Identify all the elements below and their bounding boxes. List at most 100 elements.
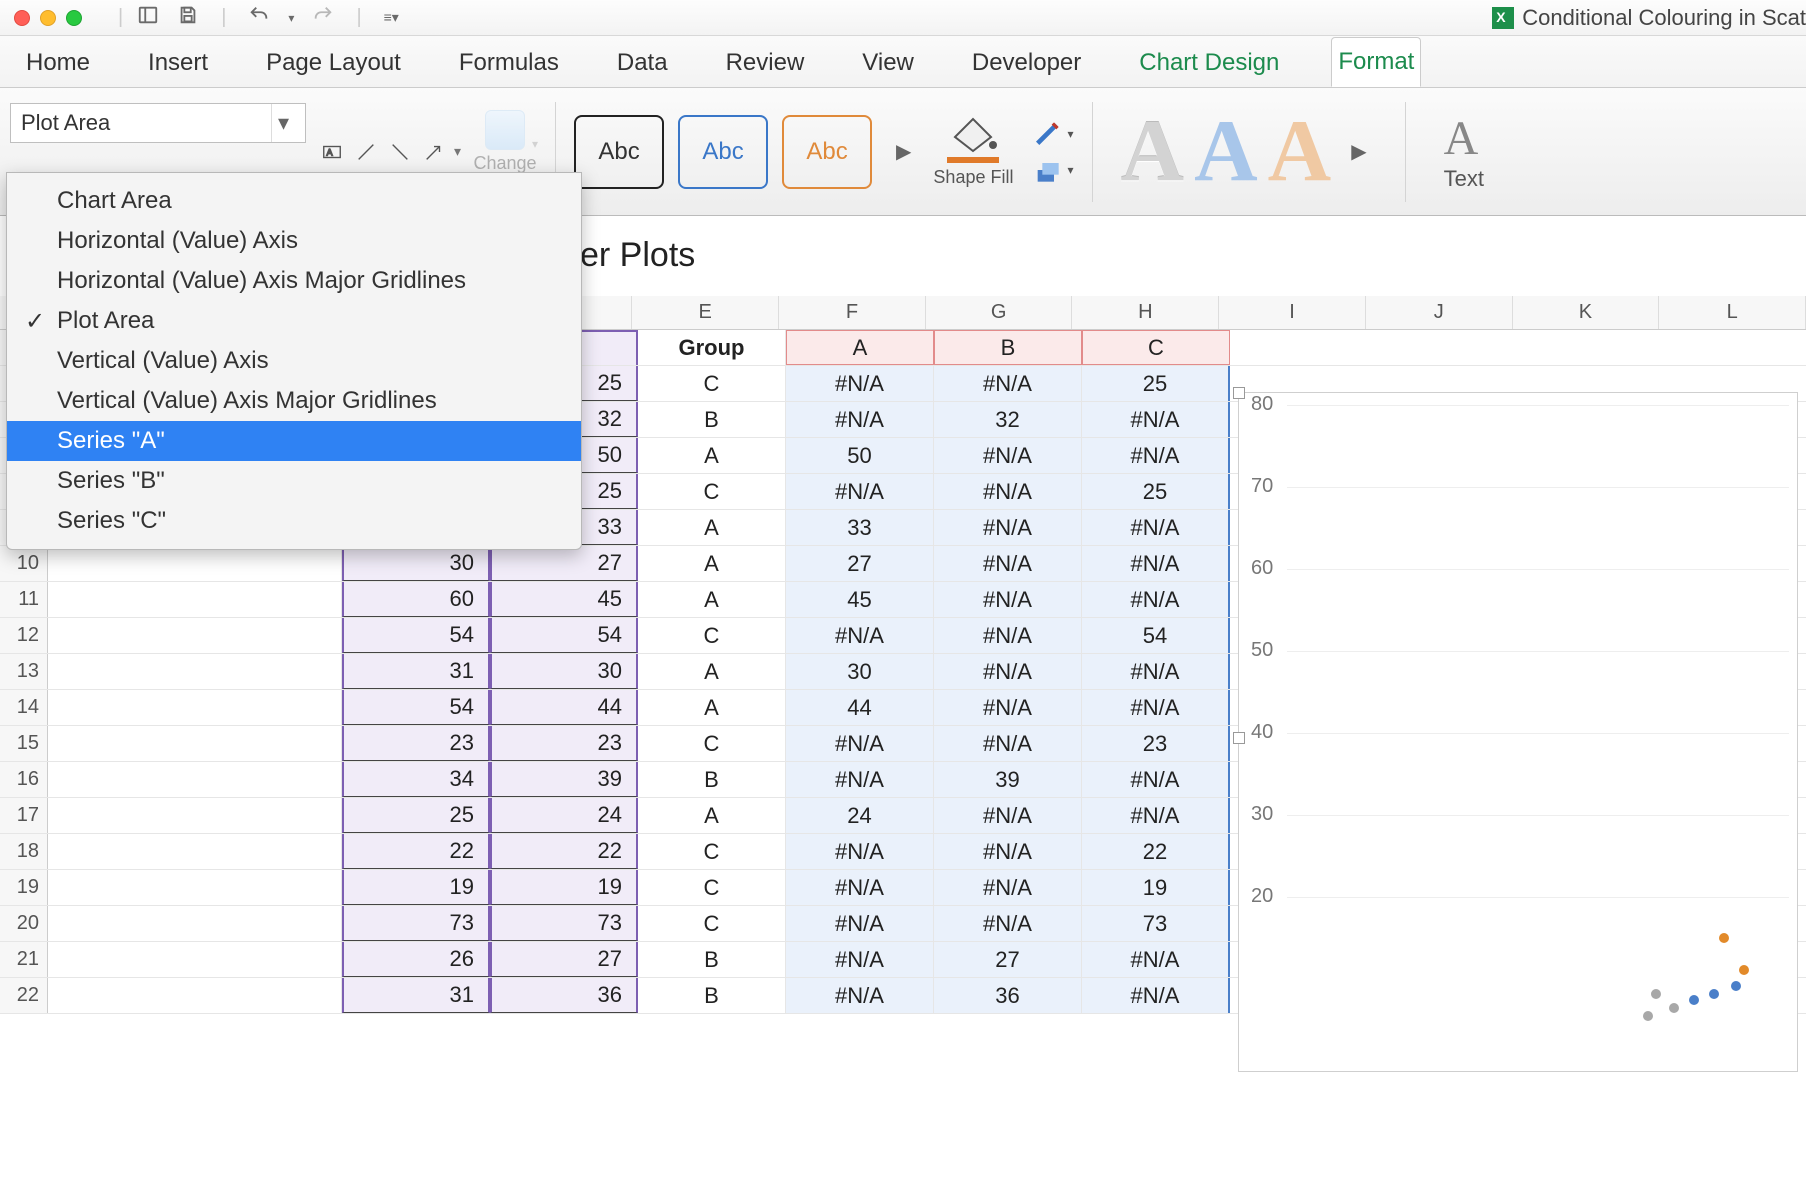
cell-a[interactable]: #N/A	[786, 618, 934, 653]
cell[interactable]	[48, 978, 342, 1013]
dropdown-item[interactable]: Chart Area	[7, 181, 581, 221]
cell-a[interactable]: #N/A	[786, 366, 934, 401]
cell[interactable]	[48, 834, 342, 869]
dropdown-item[interactable]: Plot Area	[7, 301, 581, 341]
cell-b[interactable]: #N/A	[934, 834, 1082, 869]
text-fill-icon[interactable]: A	[1444, 112, 1479, 165]
dropdown-item[interactable]: Horizontal (Value) Axis	[7, 221, 581, 261]
cell-a[interactable]: #N/A	[786, 762, 934, 797]
cell-c[interactable]: 73	[1082, 906, 1230, 941]
arrow-shape-icon[interactable]	[420, 138, 448, 166]
cell-c[interactable]: 23	[1082, 726, 1230, 761]
row-header[interactable]: 20	[0, 906, 48, 941]
cell-c[interactable]: #N/A	[1082, 510, 1230, 545]
cell-group[interactable]: A	[638, 582, 786, 617]
cell-b[interactable]: #N/A	[934, 474, 1082, 509]
cell-b[interactable]: #N/A	[934, 870, 1082, 905]
cell-c[interactable]: 19	[1082, 870, 1230, 905]
cell-group[interactable]: B	[638, 978, 786, 1013]
cell-group[interactable]: C	[638, 618, 786, 653]
cell-y[interactable]: 30	[490, 654, 638, 689]
chart-data-point[interactable]	[1709, 989, 1719, 999]
cell-y[interactable]: 54	[490, 618, 638, 653]
dropdown-item[interactable]: Series "B"	[7, 461, 581, 501]
cell-y[interactable]: 36	[490, 978, 638, 1013]
dropdown-item[interactable]: Series "C"	[7, 501, 581, 541]
cell-c[interactable]: #N/A	[1082, 942, 1230, 977]
maximize-window-button[interactable]	[66, 10, 82, 26]
cell-y[interactable]: 27	[490, 942, 638, 977]
row-header[interactable]: 18	[0, 834, 48, 869]
column-header-k[interactable]: K	[1513, 296, 1660, 329]
cell-c[interactable]: 25	[1082, 474, 1230, 509]
cell-a[interactable]: #N/A	[786, 870, 934, 905]
scatter-chart[interactable]: 20304050607080	[1238, 392, 1798, 1072]
cell[interactable]	[48, 726, 342, 761]
cell-c[interactable]: 54	[1082, 618, 1230, 653]
cell-b[interactable]: #N/A	[934, 690, 1082, 725]
cell-y[interactable]: 23	[490, 726, 638, 761]
cell-group[interactable]: A	[638, 546, 786, 581]
cell-group[interactable]: A	[638, 798, 786, 833]
dropdown-item[interactable]: Horizontal (Value) Axis Major Gridlines	[7, 261, 581, 301]
chart-data-point[interactable]	[1669, 1003, 1679, 1013]
chart-data-point[interactable]	[1731, 981, 1741, 991]
cell-x[interactable]: 23	[342, 726, 490, 761]
cell-c[interactable]: #N/A	[1082, 582, 1230, 617]
cell-c[interactable]: #N/A	[1082, 438, 1230, 473]
cell-x[interactable]: 31	[342, 654, 490, 689]
cell-c[interactable]: #N/A	[1082, 654, 1230, 689]
cell-b[interactable]: 27	[934, 942, 1082, 977]
cell-x[interactable]: 54	[342, 618, 490, 653]
cell-group[interactable]: B	[638, 942, 786, 977]
cell-x[interactable]: 54	[342, 690, 490, 725]
cell-b[interactable]: 32	[934, 402, 1082, 437]
save-icon[interactable]	[177, 4, 199, 32]
cell-a[interactable]: #N/A	[786, 906, 934, 941]
column-header-f[interactable]: F	[779, 296, 926, 329]
cell-a[interactable]: #N/A	[786, 474, 934, 509]
chart-plot-area[interactable]	[1287, 405, 1789, 1059]
chart-data-point[interactable]	[1651, 989, 1661, 999]
row-header[interactable]: 17	[0, 798, 48, 833]
minimize-window-button[interactable]	[40, 10, 56, 26]
chart-resize-handle[interactable]	[1233, 387, 1245, 399]
row-header[interactable]: 21	[0, 942, 48, 977]
cell[interactable]	[48, 906, 342, 941]
line-shape-2-icon[interactable]	[386, 138, 414, 166]
cell-a[interactable]: 50	[786, 438, 934, 473]
cell-b[interactable]: #N/A	[934, 726, 1082, 761]
line-shape-icon[interactable]	[352, 138, 380, 166]
wordart-style-3[interactable]: A	[1268, 108, 1332, 196]
cell-c[interactable]: 22	[1082, 834, 1230, 869]
cell-c[interactable]: #N/A	[1082, 546, 1230, 581]
cell-c[interactable]: #N/A	[1082, 798, 1230, 833]
cell-y[interactable]: 24	[490, 798, 638, 833]
shapes-more-icon[interactable]: ▾	[454, 143, 461, 160]
row-header[interactable]: 19	[0, 870, 48, 905]
cell-series-c-header[interactable]: C	[1082, 330, 1230, 365]
chart-resize-handle[interactable]	[1233, 732, 1245, 744]
cell-a[interactable]: 30	[786, 654, 934, 689]
cell-y[interactable]: 73	[490, 906, 638, 941]
row-header[interactable]: 22	[0, 978, 48, 1013]
shape-style-3[interactable]: Abc	[782, 115, 872, 189]
cell-group[interactable]: C	[638, 366, 786, 401]
cell-c[interactable]: #N/A	[1082, 690, 1230, 725]
tab-formulas[interactable]: Formulas	[453, 39, 565, 87]
dropdown-item[interactable]: Vertical (Value) Axis Major Gridlines	[7, 381, 581, 421]
textbox-shape-icon[interactable]: A	[318, 138, 346, 166]
redo-icon[interactable]	[312, 4, 334, 32]
cell-x[interactable]: 60	[342, 582, 490, 617]
cell-group[interactable]: C	[638, 834, 786, 869]
cell-x[interactable]: 25	[342, 798, 490, 833]
cell-b[interactable]: #N/A	[934, 366, 1082, 401]
tab-data[interactable]: Data	[611, 39, 674, 87]
cell-a[interactable]: #N/A	[786, 402, 934, 437]
cell-y[interactable]: 45	[490, 582, 638, 617]
row-header[interactable]: 15	[0, 726, 48, 761]
close-window-button[interactable]	[14, 10, 30, 26]
cell-x[interactable]: 22	[342, 834, 490, 869]
cell-a[interactable]: #N/A	[786, 726, 934, 761]
cell-b[interactable]: #N/A	[934, 510, 1082, 545]
